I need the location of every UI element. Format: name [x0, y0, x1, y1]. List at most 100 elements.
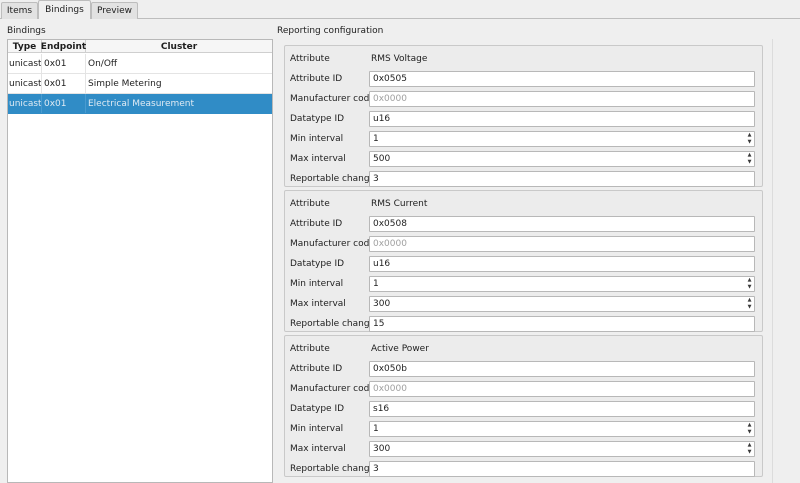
datatype-id-input[interactable] [369, 401, 755, 417]
spin-up-icon[interactable]: ▲ [745, 152, 754, 159]
datatype-id-input[interactable] [369, 256, 755, 272]
max-interval-row: Max interval ▲ ▼ [285, 295, 762, 313]
max-interval-row: Max interval ▲ ▼ [285, 440, 762, 458]
max-interval-input[interactable] [369, 151, 755, 167]
max-interval-label: Max interval [290, 444, 346, 454]
table-row-selected[interactable]: unicast 0x01 Electrical Measurement [8, 94, 272, 114]
cell-type: unicast [8, 74, 42, 93]
spin-down-icon[interactable]: ▼ [745, 139, 754, 146]
reportable-change-input[interactable] [369, 316, 755, 332]
attribute-id-row: Attribute ID [285, 70, 762, 88]
attribute-label: Attribute [290, 54, 330, 64]
reporting-title: Reporting configuration [277, 26, 384, 36]
attribute-row: Attribute RMS Current [285, 195, 762, 213]
datatype-id-row: Datatype ID [285, 400, 762, 418]
cell-cluster: On/Off [88, 58, 118, 69]
manufacturer-code-row: Manufacturer code [285, 90, 762, 108]
datatype-id-label: Datatype ID [290, 114, 345, 124]
spin-up-icon[interactable]: ▲ [745, 442, 754, 449]
cell-type: unicast [8, 54, 42, 73]
datatype-id-row: Datatype ID [285, 255, 762, 273]
tab-preview[interactable]: Preview [91, 2, 138, 19]
attribute-label: Attribute [290, 199, 330, 209]
cell-endpoint: 0x01 [42, 94, 86, 113]
cell-endpoint: 0x01 [42, 74, 86, 93]
reportable-change-label: Reportable change [290, 174, 376, 184]
spin-up-icon[interactable]: ▲ [745, 297, 754, 304]
reportable-change-label: Reportable change [290, 464, 376, 474]
attribute-id-input[interactable] [369, 361, 755, 377]
max-interval-label: Max interval [290, 299, 346, 309]
max-interval-spinbox[interactable]: ▲ ▼ [369, 296, 755, 312]
bindings-table[interactable]: Type Endpoint Cluster unicast 0x01 On/Of… [7, 39, 273, 483]
spin-buttons: ▲ ▼ [745, 297, 754, 311]
max-interval-spinbox[interactable]: ▲ ▼ [369, 151, 755, 167]
attribute-id-label: Attribute ID [290, 364, 343, 374]
attribute-name: RMS Voltage [371, 54, 428, 64]
min-interval-spinbox[interactable]: ▲ ▼ [369, 421, 755, 437]
reportable-change-input[interactable] [369, 461, 755, 477]
reportable-change-label: Reportable change [290, 319, 376, 329]
spin-down-icon[interactable]: ▼ [745, 284, 754, 291]
min-interval-row: Min interval ▲ ▼ [285, 275, 762, 293]
tab-bar: Items Bindings Preview [0, 0, 800, 19]
min-interval-row: Min interval ▲ ▼ [285, 420, 762, 438]
spin-down-icon[interactable]: ▼ [745, 159, 754, 166]
attribute-id-row: Attribute ID [285, 215, 762, 233]
manufacturer-code-input[interactable] [369, 381, 755, 397]
max-interval-input[interactable] [369, 296, 755, 312]
manufacturer-code-label: Manufacturer code [290, 384, 375, 394]
tab-bindings[interactable]: Bindings [38, 0, 91, 19]
min-interval-input[interactable] [369, 276, 755, 292]
manufacturer-code-label: Manufacturer code [290, 239, 375, 249]
spin-buttons: ▲ ▼ [745, 152, 754, 166]
column-header-endpoint[interactable]: Endpoint [41, 40, 86, 53]
table-header: Type Endpoint Cluster [8, 40, 272, 53]
max-interval-spinbox[interactable]: ▲ ▼ [369, 441, 755, 457]
spin-down-icon[interactable]: ▼ [745, 429, 754, 436]
cell-cluster: Simple Metering [88, 78, 162, 89]
spin-down-icon[interactable]: ▼ [745, 449, 754, 456]
manufacturer-code-input[interactable] [369, 91, 755, 107]
min-interval-spinbox[interactable]: ▲ ▼ [369, 276, 755, 292]
attribute-id-input[interactable] [369, 71, 755, 87]
attribute-id-input[interactable] [369, 216, 755, 232]
min-interval-row: Min interval ▲ ▼ [285, 130, 762, 148]
max-interval-label: Max interval [290, 154, 346, 164]
reportable-change-row: Reportable change [285, 315, 762, 333]
datatype-id-row: Datatype ID [285, 110, 762, 128]
min-interval-spinbox[interactable]: ▲ ▼ [369, 131, 755, 147]
pane-divider [772, 39, 773, 483]
attribute-id-row: Attribute ID [285, 360, 762, 378]
column-header-type[interactable]: Type [8, 40, 42, 53]
column-header-cluster[interactable]: Cluster [86, 40, 272, 53]
manufacturer-code-input[interactable] [369, 236, 755, 252]
datatype-id-label: Datatype ID [290, 259, 345, 269]
min-interval-label: Min interval [290, 279, 344, 289]
tab-items[interactable]: Items [1, 2, 38, 19]
table-row[interactable]: unicast 0x01 On/Off [8, 54, 272, 74]
reportable-change-input[interactable] [369, 171, 755, 187]
reportable-change-row: Reportable change [285, 460, 762, 478]
attribute-row: Attribute Active Power [285, 340, 762, 358]
cell-cluster: Electrical Measurement [88, 98, 195, 109]
table-row[interactable]: unicast 0x01 Simple Metering [8, 74, 272, 94]
datatype-id-input[interactable] [369, 111, 755, 127]
spin-buttons: ▲ ▼ [745, 277, 754, 291]
datatype-id-label: Datatype ID [290, 404, 345, 414]
attribute-row: Attribute RMS Voltage [285, 50, 762, 68]
spin-down-icon[interactable]: ▼ [745, 304, 754, 311]
spin-up-icon[interactable]: ▲ [745, 422, 754, 429]
attribute-name: RMS Current [371, 199, 428, 209]
spin-up-icon[interactable]: ▲ [745, 277, 754, 284]
attribute-group-rms-voltage: Attribute RMS Voltage Attribute ID Manuf… [284, 45, 763, 187]
spin-buttons: ▲ ▼ [745, 132, 754, 146]
max-interval-row: Max interval ▲ ▼ [285, 150, 762, 168]
spin-up-icon[interactable]: ▲ [745, 132, 754, 139]
min-interval-input[interactable] [369, 131, 755, 147]
min-interval-input[interactable] [369, 421, 755, 437]
attribute-label: Attribute [290, 344, 330, 354]
attribute-id-label: Attribute ID [290, 74, 343, 84]
max-interval-input[interactable] [369, 441, 755, 457]
manufacturer-code-label: Manufacturer code [290, 94, 375, 104]
